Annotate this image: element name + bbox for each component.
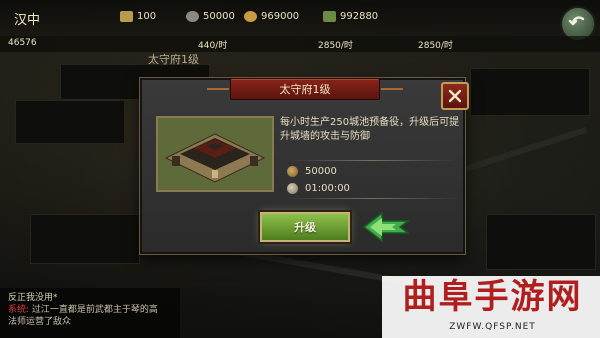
stat-value: 440/时 — [198, 41, 228, 51]
time-value: 01:00:00 — [305, 183, 350, 194]
resource-value: 50000 — [203, 11, 235, 22]
chat-panel[interactable]: 反正我没用* 系统: 过江一直都是前武都主于琴的高 法师运营了敌众 — [0, 288, 180, 338]
upgrade-cost: 50000 — [287, 166, 337, 177]
resource-value: 969000 — [261, 11, 300, 22]
resource-silver: 50000 — [186, 11, 235, 22]
resource-value: 100 — [137, 11, 157, 22]
guide-arrow-icon — [362, 211, 410, 243]
troop-icon — [120, 11, 133, 22]
divider — [287, 198, 457, 199]
governor-mansion-illustration — [158, 118, 272, 190]
chat-text: 过江一直都是前武都主于琴的高 — [31, 305, 158, 315]
gold-coin-icon — [244, 11, 257, 22]
chat-message: 反正我没用* — [8, 293, 58, 303]
clock-icon — [287, 183, 298, 194]
resource-value: 992880 — [340, 11, 379, 22]
stat-value: 2850/时 — [418, 41, 453, 51]
resource-grain: 992880 — [323, 11, 378, 22]
building-upgrade-dialog: 太守府1级 每小时生产250城池预备役，升级后可提升城墙的攻击与防御 50000… — [140, 78, 469, 254]
building-description: 每小时生产250城池预备役，升级后可提升城墙的攻击与防御 — [280, 117, 460, 142]
resource-gold: 969000 — [244, 11, 299, 22]
dialog-title: 太守府1级 — [207, 78, 403, 100]
chat-message: 系统: 过江一直都是前武都主于琴的高 — [8, 304, 172, 316]
resource-troops: 100 — [120, 11, 156, 22]
close-icon — [448, 89, 462, 103]
building-image — [156, 116, 274, 192]
close-button[interactable] — [441, 82, 469, 110]
coin-icon — [287, 166, 298, 177]
silver-coin-icon — [186, 11, 199, 22]
back-arrow-icon — [568, 16, 585, 26]
chat-message: 法师运营了敌众 — [8, 317, 72, 327]
background-building-title: 太守府1级 — [148, 53, 199, 66]
stat-value: 46576 — [8, 38, 37, 48]
grain-icon — [323, 11, 336, 22]
city-name[interactable]: 汉中 — [14, 9, 40, 28]
watermark-logo: 曲阜手游网 — [402, 277, 583, 317]
top-resource-bar: 汉中 100 50000 969000 992880 — [0, 0, 600, 36]
cost-value: 50000 — [305, 166, 337, 177]
divider — [287, 160, 457, 161]
upgrade-time: 01:00:00 — [287, 183, 350, 194]
watermark-url: ZWFW.QFSP.NET — [449, 322, 536, 332]
stat-value: 2850/时 — [318, 41, 353, 51]
upgrade-button[interactable]: 升级 — [260, 212, 350, 242]
system-label: 系统: — [8, 305, 30, 315]
production-stats-bar: 46576 440/时 2850/时 2850/时 — [0, 36, 600, 52]
